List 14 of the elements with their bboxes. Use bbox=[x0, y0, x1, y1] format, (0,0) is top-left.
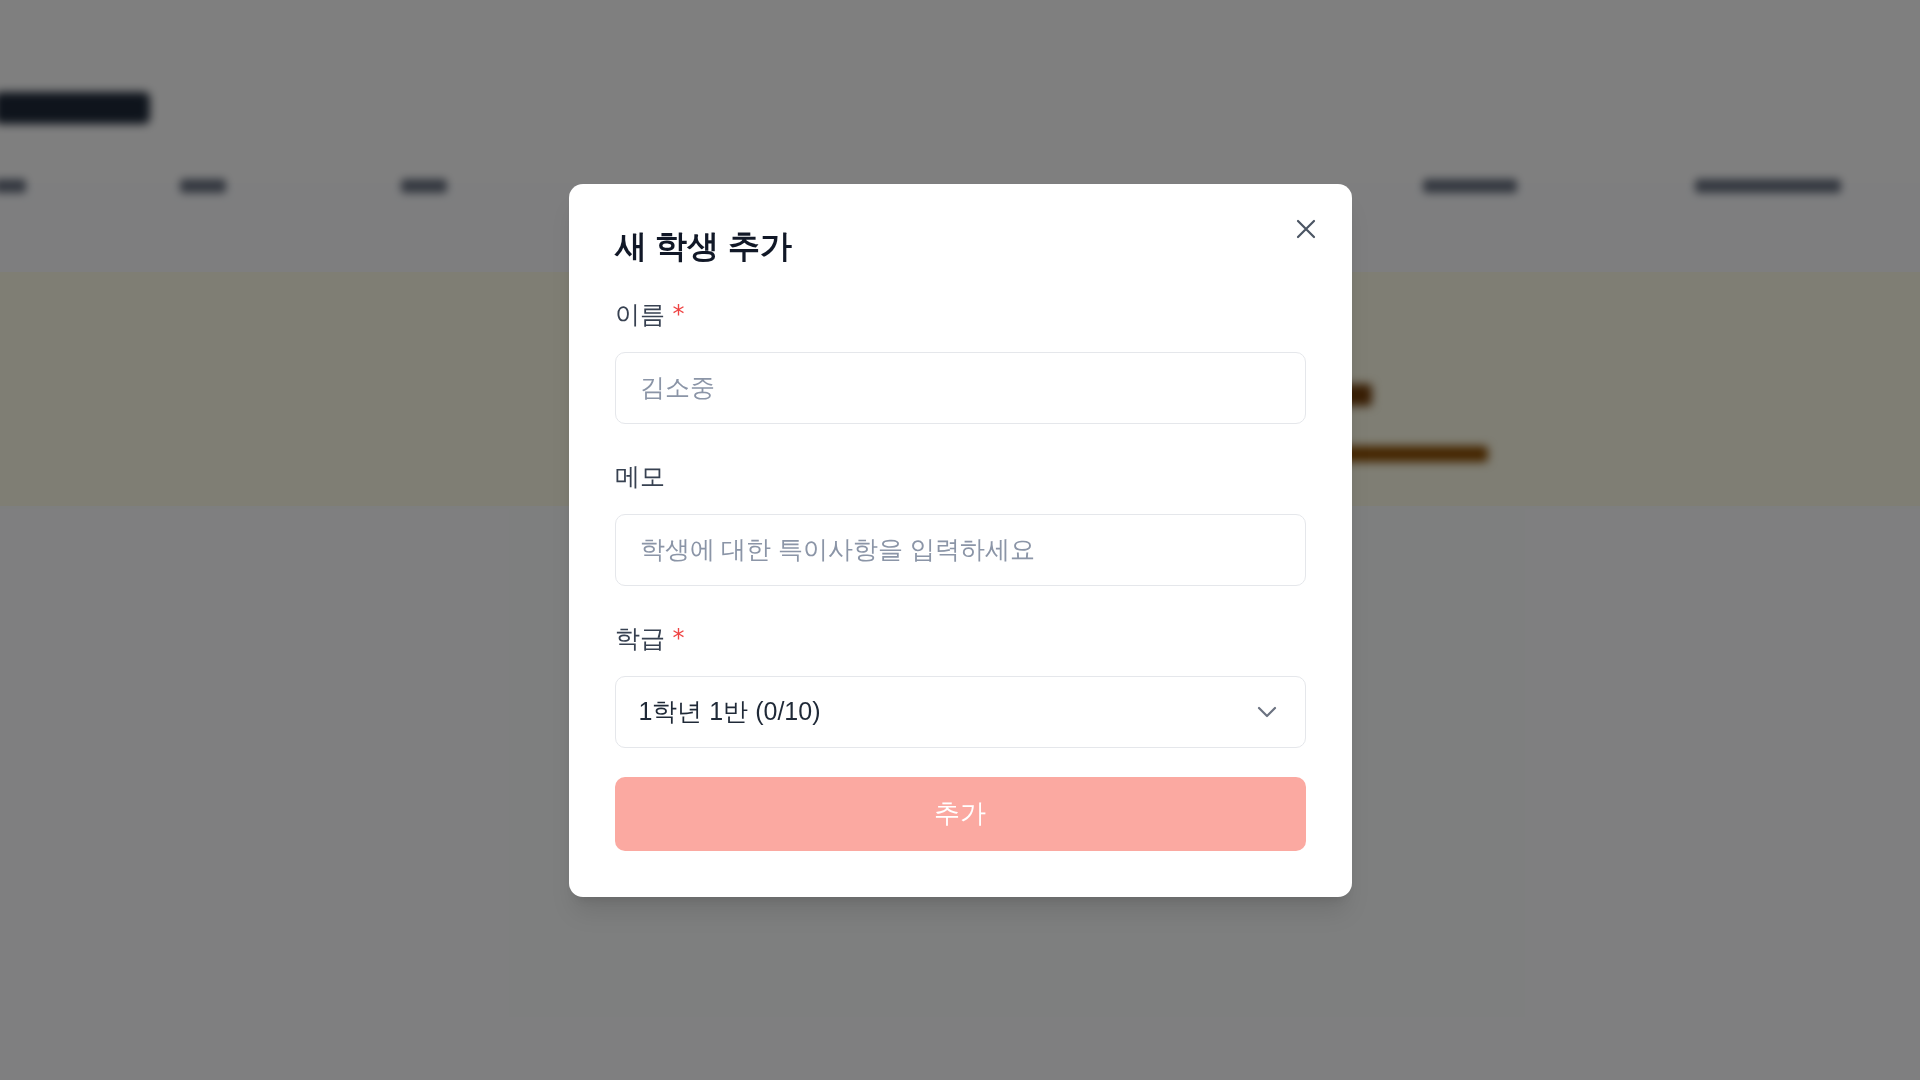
class-select[interactable]: 1학년 1반 (0/10) bbox=[614, 675, 1306, 748]
field-label: 메모 bbox=[614, 460, 665, 492]
field-label: 이름 bbox=[614, 298, 665, 330]
dialog-title: 새 학생 추가 bbox=[614, 226, 793, 266]
required-mark: * bbox=[672, 622, 685, 654]
blurred-tab-label bbox=[0, 179, 26, 193]
required-mark: * bbox=[672, 298, 685, 330]
text-input-field[interactable]: 김소중 bbox=[614, 351, 1306, 424]
close-icon bbox=[1295, 218, 1316, 239]
blurred-tab-label bbox=[180, 179, 226, 193]
blurred-tab-label bbox=[401, 179, 447, 193]
text-input-field[interactable]: 학생에 대한 특이사항을 입력하세요 bbox=[614, 513, 1306, 586]
chevron-down-icon bbox=[1256, 705, 1277, 718]
field-label: 학급 bbox=[614, 622, 665, 654]
